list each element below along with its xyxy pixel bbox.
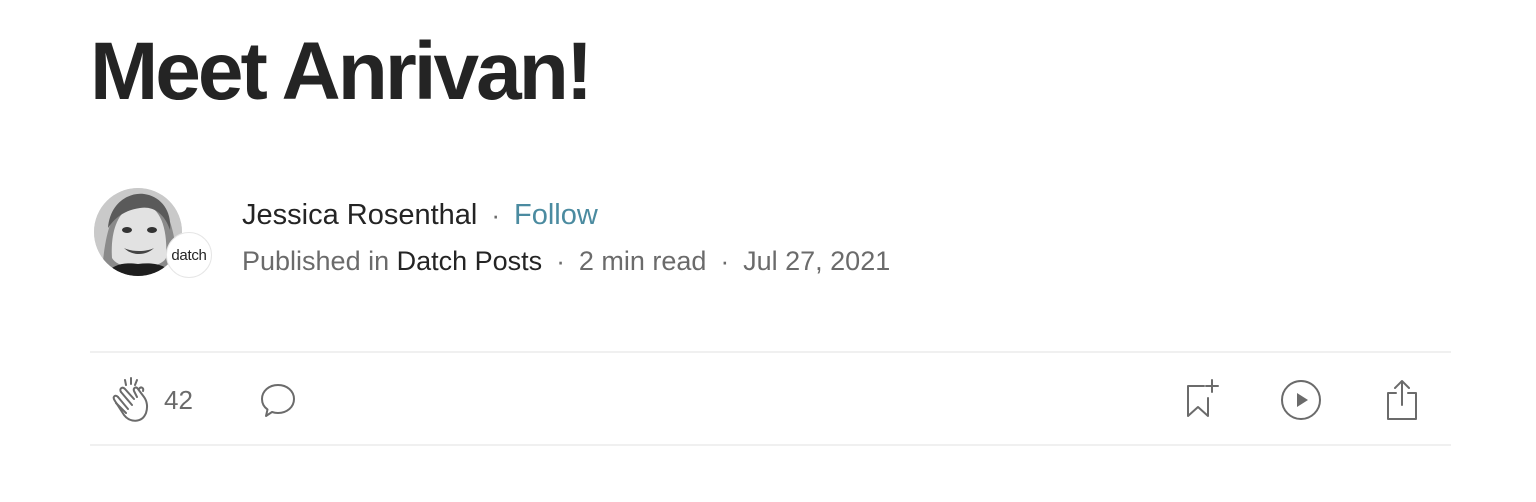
byline-meta: Jessica Rosenthal · Follow Published in Da… <box>242 196 890 279</box>
separator-dot: · <box>491 200 501 230</box>
comment-button[interactable] <box>258 375 298 425</box>
article-action-bar: 42 <box>90 351 1451 446</box>
author-byline: datch Jessica Rosenthal · Follow Published… <box>94 188 994 278</box>
separator-dot: · <box>720 246 730 276</box>
read-time: 2 min read <box>578 246 707 276</box>
clap-icon <box>108 377 152 423</box>
publication-badge[interactable]: datch <box>166 232 212 278</box>
author-name[interactable]: Jessica Rosenthal <box>242 199 477 231</box>
publication-name[interactable]: Datch Posts <box>397 246 543 276</box>
published-in-label: Published in <box>242 246 390 276</box>
clap-count: 42 <box>164 384 193 415</box>
follow-button[interactable]: Follow <box>514 199 598 231</box>
listen-button[interactable] <box>1280 375 1322 425</box>
article-title: Meet Anrivan! <box>90 26 593 117</box>
share-icon <box>1384 379 1420 421</box>
comment-icon <box>258 380 298 420</box>
separator-dot: · <box>556 246 565 276</box>
save-button[interactable] <box>1182 375 1222 425</box>
clap-button[interactable]: 42 <box>108 375 193 425</box>
share-button[interactable] <box>1384 375 1420 425</box>
publish-date: Jul 27, 2021 <box>743 246 891 276</box>
bookmark-add-icon <box>1182 378 1222 422</box>
listen-play-icon <box>1280 379 1322 421</box>
publication-badge-text: datch <box>171 246 207 264</box>
